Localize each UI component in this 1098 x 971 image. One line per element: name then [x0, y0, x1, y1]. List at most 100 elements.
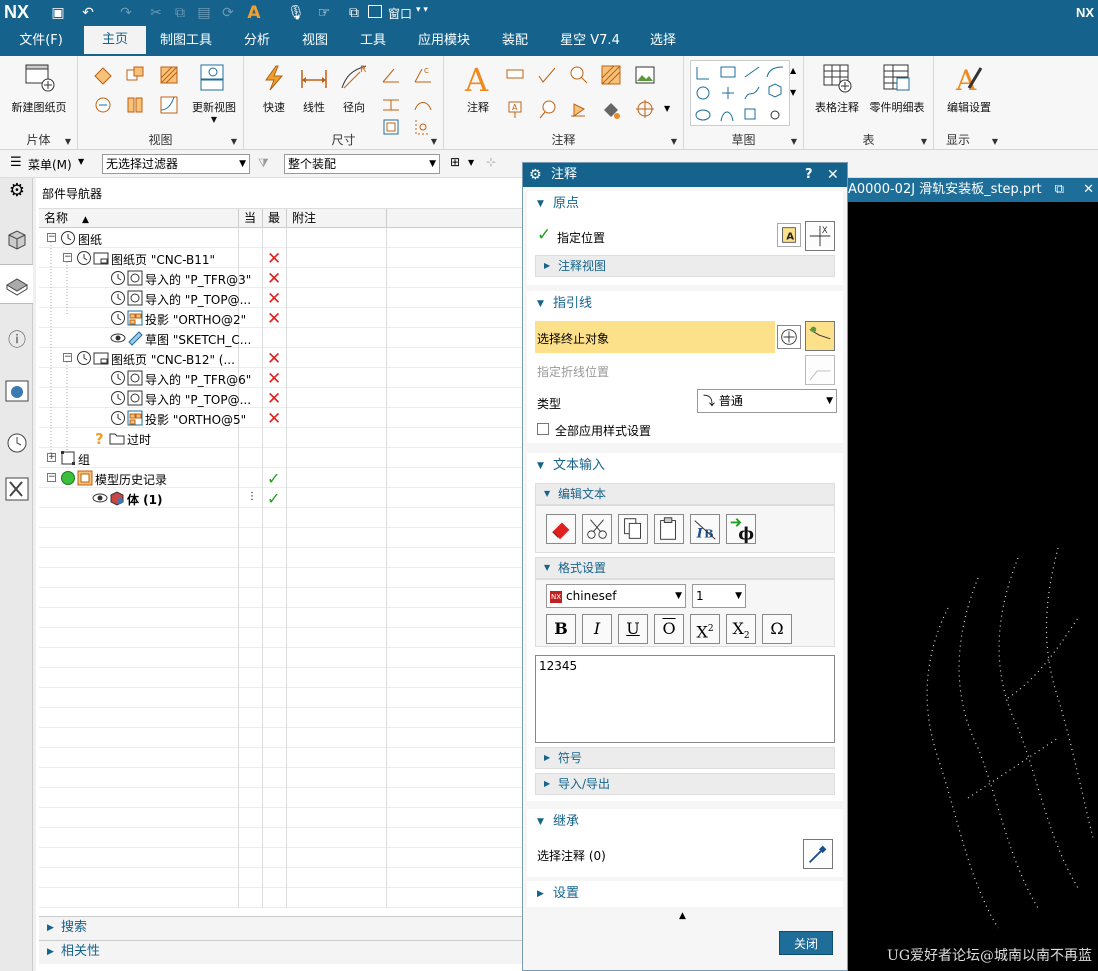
cut-icon[interactable]: ✂: [146, 3, 166, 23]
eyedropper-icon[interactable]: [803, 839, 833, 869]
column-header-name[interactable]: 名称 ▲: [39, 209, 239, 228]
font-scale-select[interactable]: 1 ▼: [692, 584, 746, 608]
note-button[interactable]: A 注释: [458, 61, 498, 115]
column-header-notes[interactable]: 附注: [287, 209, 387, 228]
jog-location-icon[interactable]: [805, 355, 835, 385]
file-tab-popout-icon[interactable]: ⧉: [1055, 178, 1064, 202]
tree-row[interactable]: ✕ 投影 "ORTHO@2": [39, 308, 522, 329]
collapse-node-icon[interactable]: −: [47, 233, 56, 242]
tab-assembly[interactable]: 装配: [490, 26, 540, 56]
sketch-curves-icon[interactable]: [693, 63, 789, 125]
collapse-node-icon[interactable]: −: [63, 353, 72, 362]
overline-button[interactable]: O: [654, 614, 684, 644]
menu-button[interactable]: 菜单(M): [28, 156, 72, 173]
linear-dimension-button[interactable]: 线性: [294, 62, 334, 115]
selection-scope-combo[interactable]: 整个装配 ▼: [284, 154, 440, 174]
undo-icon[interactable]: ↶: [78, 3, 98, 23]
hatch-icon[interactable]: [600, 64, 622, 86]
file-tab-close-icon[interactable]: ✕: [1083, 178, 1094, 202]
switch-window-icon[interactable]: ⧉: [344, 3, 364, 23]
tree-row[interactable]: ✓ − 模型历史记录: [39, 468, 522, 488]
snap-point-icon[interactable]: ⊹: [486, 155, 496, 169]
chamfer-dimension-icon[interactable]: C: [412, 64, 434, 86]
weld-symbol-icon[interactable]: [568, 98, 590, 120]
view-group-dropdown-icon[interactable]: ▼: [231, 137, 237, 146]
paste-icon[interactable]: ▤: [194, 3, 214, 23]
settings-section-header[interactable]: ▶ 设置: [527, 881, 843, 907]
new-sheet-button[interactable]: 新建图纸页: [6, 62, 72, 115]
dimension-group-dropdown-icon[interactable]: ▼: [431, 137, 437, 146]
note-text-input[interactable]: [535, 655, 835, 743]
subscript-button[interactable]: X2: [726, 614, 756, 644]
delete-text-attribute-icon[interactable]: IB: [690, 514, 720, 544]
dialog-close-icon[interactable]: ✕: [827, 163, 839, 187]
tabular-note-button[interactable]: 表格注释: [810, 62, 864, 115]
clear-text-eraser-icon[interactable]: [546, 514, 576, 544]
add-new-set-icon[interactable]: [777, 325, 801, 349]
angular-dimension-icon[interactable]: [380, 64, 402, 86]
update-view-button[interactable]: 更新视图 ▼: [188, 62, 240, 124]
tree-row[interactable]: − 图纸: [39, 228, 522, 248]
copy-icon[interactable]: ⧉: [170, 3, 190, 23]
collapse-node-icon[interactable]: −: [63, 253, 72, 262]
display-group-dropdown-icon[interactable]: ▼: [992, 137, 998, 146]
tab-home[interactable]: 主页: [84, 26, 146, 56]
filter-reset-icon[interactable]: ⧩: [258, 156, 269, 171]
tab-drafting-tools[interactable]: 制图工具: [152, 26, 220, 56]
graphics-window[interactable]: UG爱好者论坛@城南以南不再蓝: [848, 178, 1098, 971]
column-header-current[interactable]: 当: [239, 209, 263, 228]
text-input-section-header[interactable]: ▼ 文本输入: [527, 453, 843, 479]
tab-analysis[interactable]: 分析: [232, 26, 282, 56]
tree-row[interactable]: 草图 "SKETCH_C...: [39, 328, 522, 348]
expand-node-icon[interactable]: +: [47, 453, 56, 462]
annotation-view-subsection[interactable]: ▶ 注释视图: [535, 255, 835, 277]
selection-filter-combo[interactable]: 无选择过滤器 ▼: [102, 154, 250, 174]
microphone-icon[interactable]: 🎙: [286, 3, 306, 23]
tab-xingkong[interactable]: 星空 V7.4: [550, 26, 630, 56]
dependencies-panel-toggle[interactable]: ▶ 相关性: [39, 940, 522, 964]
history-clock-icon[interactable]: [4, 430, 30, 456]
surface-finish-icon[interactable]: [536, 64, 558, 86]
origin-section-header[interactable]: ▼ 原点: [527, 191, 843, 217]
tab-app-modules[interactable]: 应用模块: [406, 26, 482, 56]
point-dialog-icon[interactable]: X: [805, 221, 835, 251]
tree-row[interactable]: ✕ 导入的 "P_TOP@...: [39, 288, 522, 309]
italic-button[interactable]: I: [582, 614, 612, 644]
rapid-dimension-button[interactable]: 快速: [254, 62, 294, 115]
paste-text-icon[interactable]: [654, 514, 684, 544]
column-header-latest[interactable]: 最: [263, 209, 287, 228]
menu-dropdown-icon[interactable]: ▼: [78, 157, 84, 166]
file-tab[interactable]: A0000-02J 滑轨安装板_step.prt ⧉ ✕: [848, 178, 1098, 202]
base-view-icon[interactable]: [92, 64, 114, 86]
redo-icon[interactable]: ↷: [116, 3, 136, 23]
sketch-scroll-up-icon[interactable]: ▲: [790, 66, 796, 75]
symbols-subsection[interactable]: ▶ 符号: [535, 747, 835, 769]
edit-text-subsection[interactable]: ▼ 编辑文本: [535, 483, 835, 505]
area-fill-icon[interactable]: [600, 98, 622, 120]
web-browser-icon[interactable]: [4, 378, 30, 404]
annotation-group-dropdown-icon[interactable]: ▼: [671, 137, 677, 146]
target-point-icon[interactable]: [634, 98, 656, 120]
table-group-dropdown-icon[interactable]: ▼: [921, 137, 927, 146]
window-menu[interactable]: 窗口: [388, 5, 412, 22]
import-export-subsection[interactable]: ▶ 导入/导出: [535, 773, 835, 795]
assembly-navigator-icon[interactable]: [4, 226, 30, 252]
tree-row[interactable]: ✕ − 图纸页 "CNC-B11": [39, 248, 522, 269]
apply-all-styles-checkbox[interactable]: [537, 423, 549, 435]
edit-settings-button[interactable]: A 编辑设置: [940, 62, 998, 115]
close-button[interactable]: 关闭: [779, 931, 833, 955]
tree-row[interactable]: ✕ 导入的 "P_TFR@6": [39, 368, 522, 389]
datum-target-icon[interactable]: [568, 64, 590, 86]
annotation-more-icon[interactable]: ▼: [664, 104, 670, 113]
underline-button[interactable]: U: [618, 614, 648, 644]
repeat-icon[interactable]: ⟳: [218, 3, 238, 23]
tab-file[interactable]: 文件(F): [12, 26, 70, 56]
inherit-section-header[interactable]: ▼ 继承: [527, 809, 843, 835]
collapse-more-icon[interactable]: ▲: [679, 911, 686, 921]
section-view-icon[interactable]: [158, 64, 180, 86]
select-next-symbol-icon[interactable]: ϕ: [726, 514, 756, 544]
special-character-omega-icon[interactable]: Ω: [762, 614, 792, 644]
arc-length-dimension-icon[interactable]: [412, 94, 434, 116]
tab-select[interactable]: 选择: [638, 26, 688, 56]
history-info-icon[interactable]: ⓘ: [4, 326, 30, 352]
